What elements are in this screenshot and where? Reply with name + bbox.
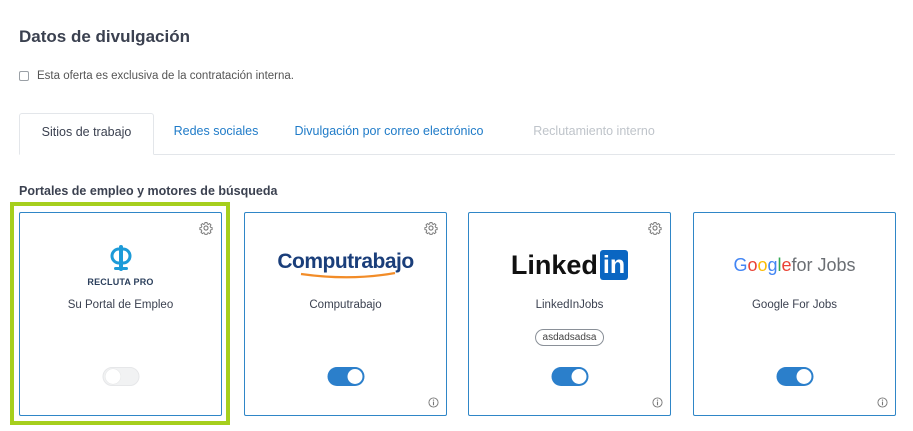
toggle-knob: [347, 369, 362, 384]
card-name: Google For Jobs: [751, 299, 837, 311]
card-name: Computrabajo: [309, 299, 382, 311]
info-icon[interactable]: [428, 397, 439, 408]
computrabajo-swoosh: [300, 272, 395, 279]
portal-card-google-for-jobs[interactable]: Google for Jobs Google For Jobs: [693, 212, 896, 416]
google-logo-text: Google: [733, 254, 792, 275]
linkedin-logo: Linked in: [469, 237, 670, 293]
computrabajo-logo: Computrabajo: [245, 237, 446, 293]
portal-card-linkedin[interactable]: Linked in LinkedInJobs asdadsadsa: [468, 212, 671, 416]
tab-reclutamiento-interno: Reclutamiento interno: [533, 124, 655, 138]
exclusive-option[interactable]: Esta oferta es exclusiva de la contratac…: [19, 70, 294, 82]
enable-toggle[interactable]: [776, 367, 813, 386]
enable-toggle[interactable]: [551, 367, 588, 386]
google-logo-suffix: for Jobs: [791, 254, 856, 275]
computrabajo-logo-text: Computrabajo: [277, 250, 414, 273]
section-label: Portales de empleo y motores de búsqueda: [19, 184, 278, 198]
info-icon[interactable]: [877, 397, 888, 408]
tab-sitios-de-trabajo[interactable]: Sitios de trabajo: [19, 113, 154, 155]
card-name: LinkedInJobs: [535, 299, 604, 311]
page-title: Datos de divulgación: [19, 27, 190, 46]
selection-highlight: [10, 202, 230, 425]
exclusive-label: Esta oferta es exclusiva de la contratac…: [37, 70, 294, 82]
enable-toggle[interactable]: [327, 367, 364, 386]
google-for-jobs-logo: Google for Jobs: [694, 237, 895, 293]
linkedin-in-box: in: [599, 250, 629, 280]
portal-card-computrabajo[interactable]: Computrabajo Computrabajo: [244, 212, 447, 416]
toggle-knob: [571, 369, 586, 384]
linkedin-logo-text: Linked: [510, 249, 598, 280]
tab-divulgacion-correo[interactable]: Divulgación por correo electrónico: [284, 113, 494, 154]
tag-badge: asdadsadsa: [534, 329, 605, 346]
gear-icon[interactable]: [424, 221, 438, 235]
tab-redes-sociales[interactable]: Redes sociales: [159, 113, 273, 154]
exclusive-checkbox[interactable]: [19, 71, 29, 81]
gear-icon[interactable]: [648, 221, 662, 235]
tab-bar: Sitios de trabajo Redes sociales Divulga…: [19, 113, 895, 155]
toggle-knob: [796, 369, 811, 384]
info-icon[interactable]: [652, 397, 663, 408]
linkedin-logo-wordmark: Linked in: [510, 249, 629, 281]
